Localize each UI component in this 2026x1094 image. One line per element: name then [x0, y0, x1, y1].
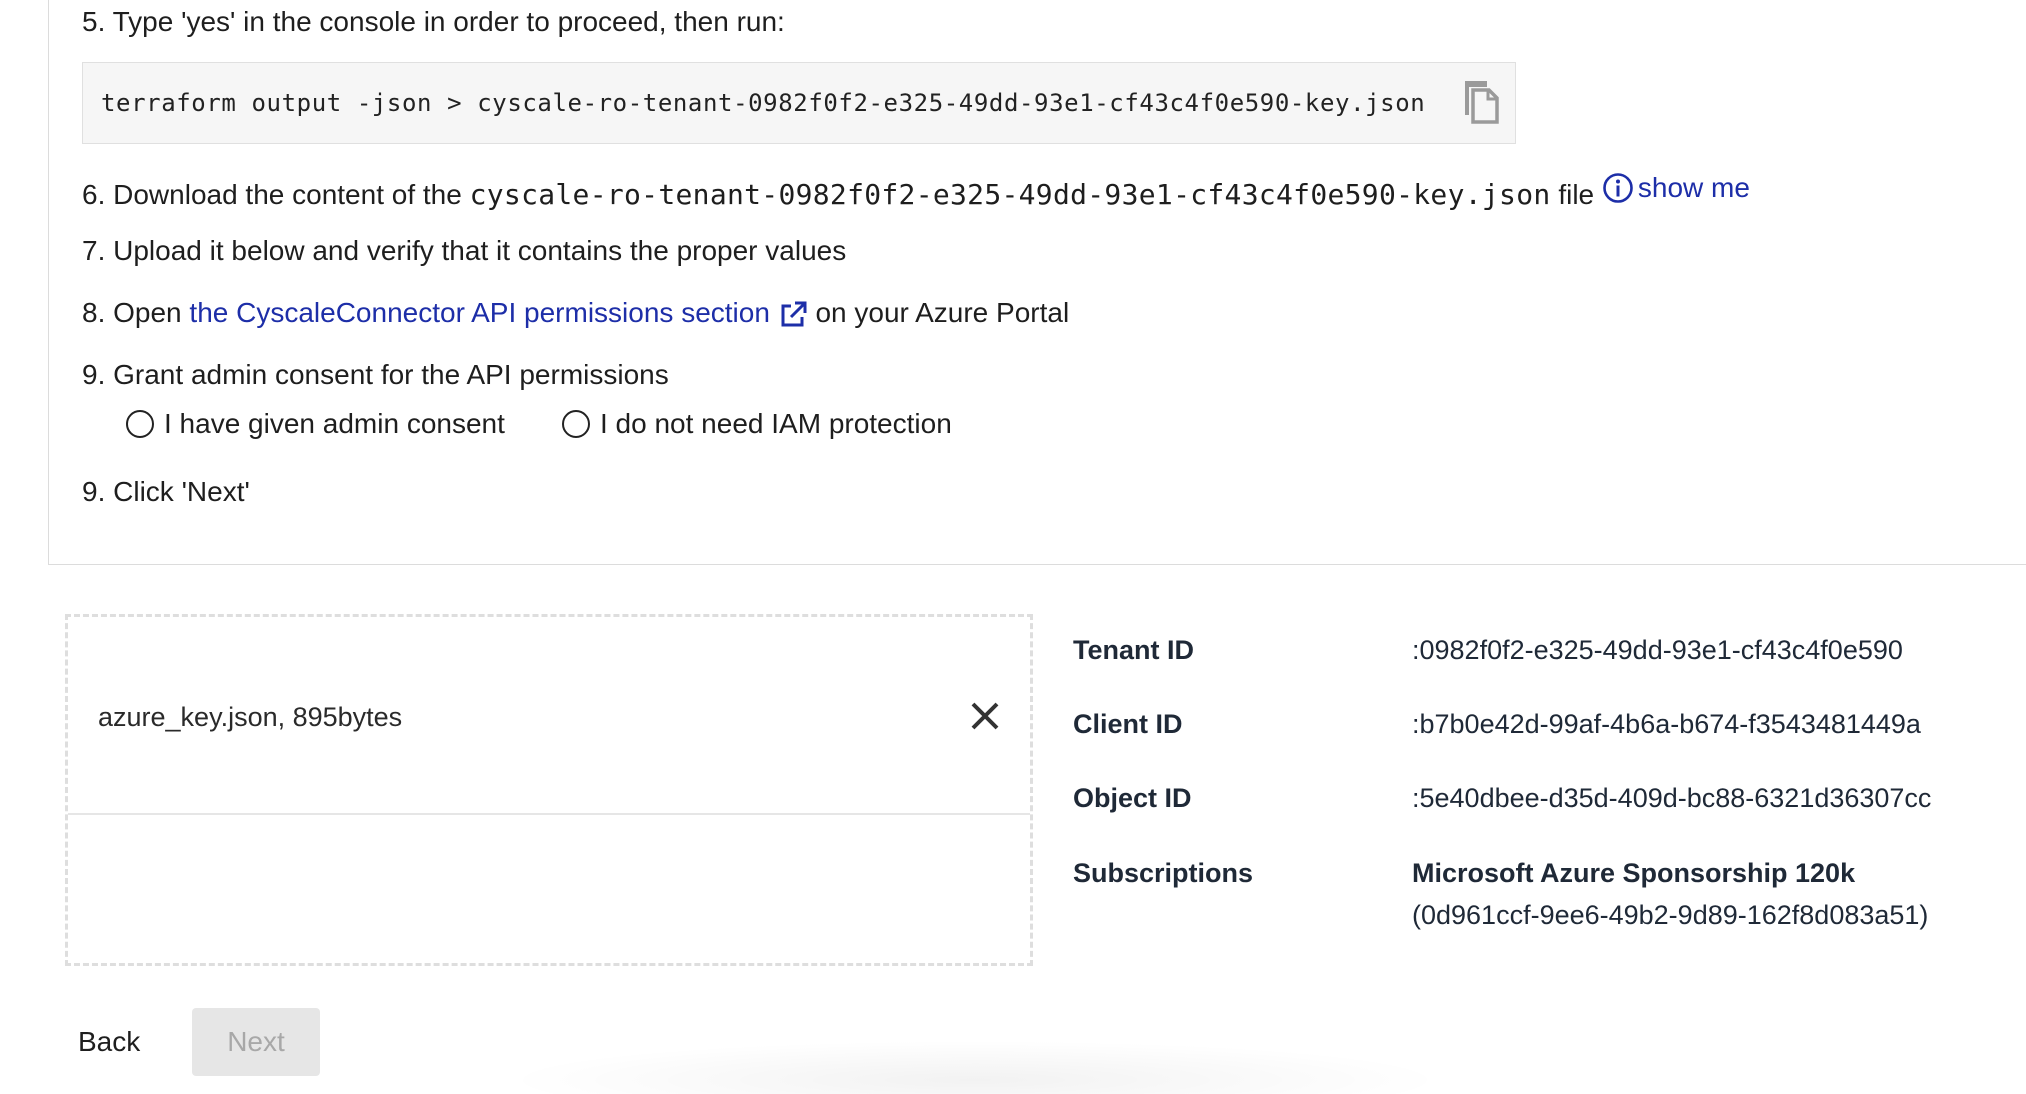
show-me-label: show me	[1637, 172, 1750, 203]
step-6-text: 6. Download the content of the cyscale-r…	[82, 170, 1750, 213]
radio-admin-consent-circle[interactable]	[126, 410, 154, 438]
next-button: Next	[192, 1008, 320, 1076]
step-6-filename: cyscale-ro-tenant-0982f0f2-e325-49dd-93e…	[469, 178, 1551, 211]
radio-admin-consent[interactable]: I have given admin consent	[126, 406, 505, 442]
external-link-icon	[781, 301, 807, 327]
azure-connector-setup-page: 5. Type 'yes' in the console in order to…	[0, 0, 2026, 1094]
step-click-next-text: 9. Click 'Next'	[82, 476, 250, 507]
object-id-label: Object ID	[1073, 783, 1192, 813]
radio-no-iam-protection[interactable]: I do not need IAM protection	[562, 406, 952, 442]
copy-icon[interactable]	[1459, 77, 1503, 125]
api-permissions-link-label: the CyscaleConnector API permissions sec…	[189, 297, 770, 328]
radio-admin-consent-label: I have given admin consent	[164, 408, 505, 439]
tenant-id-label: Tenant ID	[1073, 635, 1194, 665]
radio-no-iam-label: I do not need IAM protection	[600, 408, 952, 439]
terraform-command[interactable]: terraform output -json > cyscale-ro-tena…	[101, 85, 1425, 121]
step-8-suffix: on your Azure Portal	[815, 297, 1070, 328]
uploaded-file-row: azure_key.json, 895bytes	[68, 617, 1030, 815]
client-id-label: Client ID	[1073, 709, 1183, 739]
terraform-command-block: terraform output -json > cyscale-ro-tena…	[82, 62, 1516, 144]
info-icon	[1603, 173, 1633, 203]
step-7-text: 7. Upload it below and verify that it co…	[82, 235, 847, 266]
step-5-text: 5. Type 'yes' in the console in order to…	[82, 6, 785, 37]
object-id-value: :5e40dbee-d35d-409d-bc88-6321d36307cc	[1412, 783, 1932, 813]
step-8-prefix: 8. Open	[82, 297, 182, 328]
subscriptions-label: Subscriptions	[1073, 858, 1254, 888]
radio-no-iam-circle[interactable]	[562, 410, 590, 438]
bottom-shadow	[500, 1040, 1450, 1094]
client-id-value: :b7b0e42d-99af-4b6a-b674-f3543481449a	[1412, 709, 1921, 739]
subscription-id: (0d961ccf-9ee6-49b2-9d89-162f8d083a51)	[1412, 900, 1929, 930]
step-6-suffix: file	[1558, 179, 1595, 210]
back-button[interactable]: Back	[60, 1008, 164, 1076]
api-permissions-link[interactable]: the CyscaleConnector API permissions sec…	[189, 297, 815, 328]
step-8-text: 8. Open the CyscaleConnector API permiss…	[82, 295, 1069, 331]
file-upload-dropzone[interactable]: azure_key.json, 895bytes	[65, 614, 1033, 966]
tenant-id-value: :0982f0f2-e325-49dd-93e1-cf43c4f0e590	[1412, 635, 1903, 665]
subscription-name: Microsoft Azure Sponsorship 120k	[1412, 858, 1856, 888]
uploaded-file-name: azure_key.json, 895bytes	[98, 702, 403, 732]
close-icon[interactable]	[968, 699, 1002, 733]
step-6-prefix: 6. Download the content of the	[82, 179, 462, 210]
show-me-link[interactable]: show me	[1602, 170, 1750, 206]
step-9-text: 9. Grant admin consent for the API permi…	[82, 359, 669, 390]
